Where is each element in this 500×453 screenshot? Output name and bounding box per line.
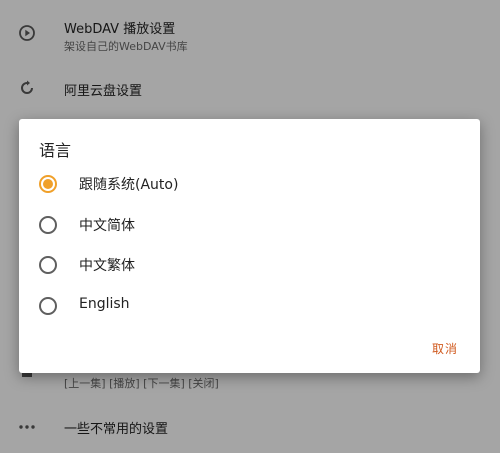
option-label: English	[79, 296, 130, 312]
radio-button[interactable]	[39, 256, 57, 274]
dialog-title: 语言	[39, 141, 72, 160]
language-option-simplified-chinese[interactable]: 中文简体	[19, 205, 480, 245]
cancel-button[interactable]: 取消	[432, 340, 458, 357]
radio-button[interactable]	[39, 297, 57, 315]
option-label: 中文繁体	[79, 258, 135, 274]
language-option-english[interactable]: English	[19, 286, 480, 326]
radio-button[interactable]	[39, 216, 57, 234]
option-label: 跟随系统(Auto)	[79, 177, 179, 193]
radio-button-selected[interactable]	[39, 175, 57, 193]
language-option-traditional-chinese[interactable]: 中文繁体	[19, 245, 480, 285]
option-label: 中文简体	[79, 218, 135, 234]
language-option-auto[interactable]: 跟随系统(Auto)	[19, 164, 480, 204]
language-dialog: 语言 跟随系统(Auto) 中文简体 中文繁体 English 取消	[19, 119, 480, 373]
